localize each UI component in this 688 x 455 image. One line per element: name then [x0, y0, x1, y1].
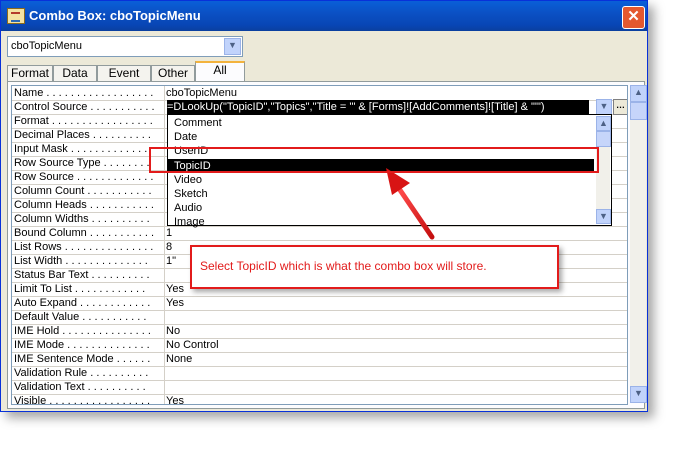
property-label: Row Source Type . . . . . . . .	[14, 156, 165, 170]
property-label: Limit To List . . . . . . . . . . . .	[14, 282, 165, 296]
scroll-thumb[interactable]	[630, 102, 647, 120]
property-label: List Width . . . . . . . . . . . . . .	[14, 254, 165, 268]
property-value[interactable]: 1	[166, 226, 172, 240]
property-row[interactable]: IME Mode . . . . . . . . . . . . . . No C…	[12, 338, 627, 353]
control-source-field[interactable]: =DLookUp("TopicID","Topics","Title = '" …	[167, 100, 589, 114]
property-row[interactable]: Validation Text . . . . . . . . . .	[12, 380, 627, 395]
tab-all[interactable]: All	[195, 61, 245, 83]
property-sheet-window: Combo Box: cboTopicMenu ✕ cboTopicMenu ▼…	[0, 0, 648, 412]
dropdown-item[interactable]: Comment	[174, 116, 222, 130]
property-label: Decimal Places . . . . . . . . . .	[14, 128, 165, 142]
property-value[interactable]: Yes	[166, 296, 184, 310]
annotation-text: Select TopicID which is what the combo b…	[200, 259, 487, 273]
tab-event[interactable]: Event	[97, 65, 151, 81]
property-row[interactable]: Validation Rule . . . . . . . . . .	[12, 366, 627, 381]
dropdown-item[interactable]: Audio	[174, 201, 202, 215]
property-value[interactable]: No	[166, 324, 180, 338]
property-label: Column Heads . . . . . . . . . . .	[14, 198, 165, 212]
object-selector-value: cboTopicMenu	[11, 40, 82, 52]
close-button[interactable]: ✕	[622, 6, 645, 29]
property-row[interactable]: IME Hold . . . . . . . . . . . . . . . No	[12, 324, 627, 339]
property-label: Control Source . . . . . . . . . . .	[14, 100, 165, 114]
property-value[interactable]: Yes	[166, 282, 184, 296]
property-value[interactable]: Yes	[166, 394, 184, 404]
property-row[interactable]: IME Sentence Mode . . . . . . None	[12, 352, 627, 367]
property-label: Validation Rule . . . . . . . . . .	[14, 366, 165, 380]
property-label: IME Sentence Mode . . . . . .	[14, 352, 165, 366]
property-value[interactable]: 1"	[166, 254, 176, 268]
property-scrollbar[interactable]: ▲ ▼	[630, 85, 647, 403]
property-row[interactable]: Visible . . . . . . . . . . . . . . . . …	[12, 394, 627, 404]
property-label: Visible . . . . . . . . . . . . . . . . …	[14, 394, 165, 404]
chevron-down-icon[interactable]: ▼	[596, 99, 612, 115]
tab-format[interactable]: Format	[7, 65, 53, 81]
property-label: IME Mode . . . . . . . . . . . . . .	[14, 338, 165, 352]
property-value[interactable]: No Control	[166, 338, 219, 352]
property-label: Status Bar Text . . . . . . . . . .	[14, 268, 165, 282]
tab-data[interactable]: Data	[53, 65, 97, 81]
highlight-box	[149, 147, 599, 173]
property-label: Default Value . . . . . . . . . . .	[14, 310, 165, 324]
property-label: Validation Text . . . . . . . . . .	[14, 380, 165, 394]
property-row[interactable]: Default Value . . . . . . . . . . .	[12, 310, 627, 325]
property-value[interactable]: cboTopicMenu	[166, 86, 237, 100]
property-row[interactable]: Name . . . . . . . . . . . . . . . . . .…	[12, 86, 627, 101]
scroll-down-icon[interactable]: ▼	[630, 386, 647, 403]
property-label: Column Widths . . . . . . . . . .	[14, 212, 165, 226]
object-selector-combo[interactable]: cboTopicMenu ▼	[7, 36, 243, 57]
dropdown-item[interactable]: Date	[174, 130, 197, 144]
property-label: Input Mask . . . . . . . . . . . . .	[14, 142, 165, 156]
scroll-thumb[interactable]	[596, 131, 611, 147]
scroll-up-icon[interactable]: ▲	[596, 116, 611, 131]
property-label: IME Hold . . . . . . . . . . . . . . .	[14, 324, 165, 338]
property-row[interactable]: Auto Expand . . . . . . . . . . . . Yes	[12, 296, 627, 311]
scroll-down-icon[interactable]: ▼	[596, 209, 611, 224]
property-label: Bound Column . . . . . . . . . . .	[14, 226, 165, 240]
property-label: Column Count . . . . . . . . . . .	[14, 184, 165, 198]
scroll-up-icon[interactable]: ▲	[630, 85, 647, 102]
property-label: Auto Expand . . . . . . . . . . . .	[14, 296, 165, 310]
property-label: Name . . . . . . . . . . . . . . . . . .	[14, 86, 165, 100]
property-value[interactable]: 8	[166, 240, 172, 254]
property-value[interactable]: None	[166, 352, 192, 366]
window-title: Combo Box: cboTopicMenu	[29, 8, 201, 23]
property-label: Format . . . . . . . . . . . . . . . . .	[14, 114, 165, 128]
dropdown-item[interactable]: Image	[174, 215, 205, 229]
form-icon	[7, 8, 25, 24]
annotation-callout: Select TopicID which is what the combo b…	[190, 245, 559, 289]
chevron-down-icon[interactable]: ▼	[224, 38, 241, 55]
dropdown-item[interactable]: Sketch	[174, 187, 208, 201]
title-bar[interactable]: Combo Box: cboTopicMenu ✕	[1, 1, 647, 31]
property-label: Row Source . . . . . . . . . . . . .	[14, 170, 165, 184]
tab-other[interactable]: Other	[151, 65, 195, 81]
dropdown-item[interactable]: Video	[174, 173, 202, 187]
property-row[interactable]: Bound Column . . . . . . . . . . .1	[12, 226, 627, 241]
property-label: List Rows . . . . . . . . . . . . . . .	[14, 240, 165, 254]
ellipsis-icon[interactable]: …	[613, 99, 627, 115]
